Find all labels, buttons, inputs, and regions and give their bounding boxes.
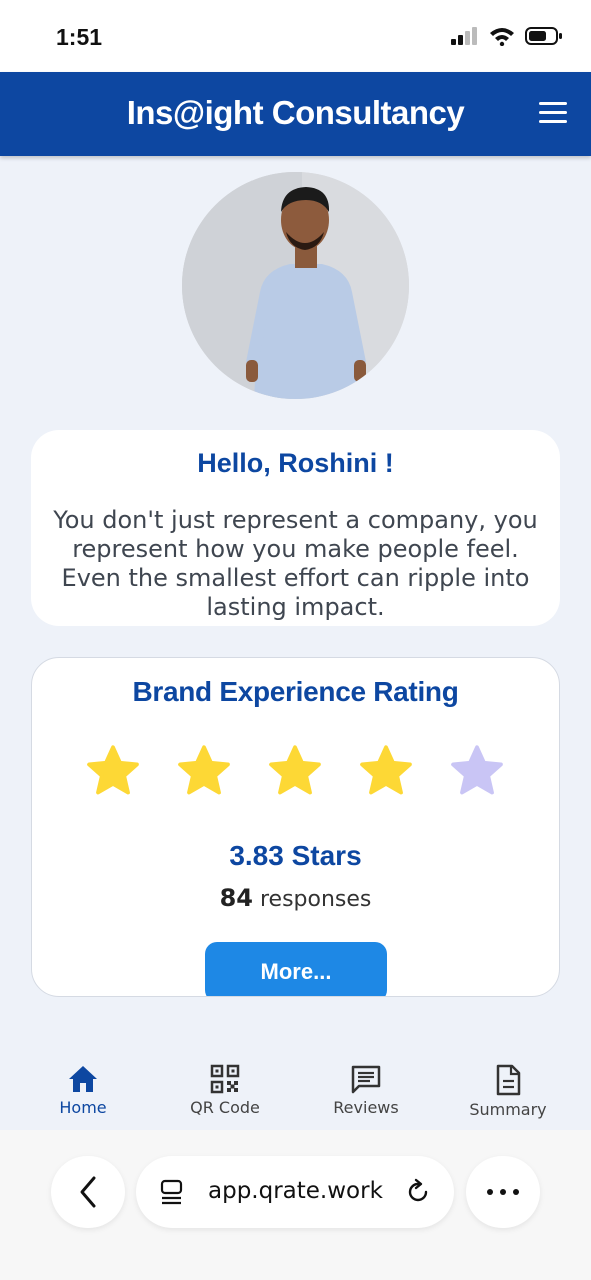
- tab-summary-label: Summary: [469, 1100, 547, 1119]
- reload-icon[interactable]: [404, 1178, 432, 1206]
- status-bar: 1:51: [0, 0, 591, 72]
- greeting-message: You don't just represent a company, you …: [53, 506, 538, 621]
- star-icon: [451, 745, 503, 795]
- responses-count: 84 responses: [32, 884, 559, 912]
- star-rating: [84, 742, 514, 802]
- home-icon: [69, 1066, 97, 1092]
- status-time: 1:51: [56, 24, 103, 50]
- more-options-button[interactable]: [466, 1156, 540, 1228]
- wifi-icon: [490, 28, 514, 46]
- qr-code-icon: [210, 1064, 240, 1094]
- profile-photo: [182, 172, 409, 399]
- tabs-icon: [160, 1179, 183, 1205]
- signal-icon: [451, 27, 477, 45]
- star-icon: [178, 745, 230, 795]
- status-icons: [451, 26, 563, 46]
- url-text: app.qrate.work: [208, 1178, 383, 1204]
- address-bar[interactable]: app.qrate.work: [136, 1156, 454, 1228]
- back-button[interactable]: [51, 1156, 125, 1228]
- tab-home-label: Home: [59, 1098, 107, 1117]
- battery-icon: [525, 27, 562, 45]
- response-label: responses: [260, 887, 372, 912]
- star-icon: [269, 745, 321, 795]
- tab-reviews-label: Reviews: [333, 1098, 399, 1117]
- rating-title: Brand Experience Rating: [132, 676, 459, 707]
- tab-qr-code[interactable]: QR Code: [155, 1064, 295, 1117]
- tab-reviews[interactable]: Reviews: [296, 1064, 436, 1117]
- greeting-title: Hello, Roshini !: [197, 448, 394, 478]
- rating-value: 3.83 Stars: [229, 840, 362, 871]
- tab-home[interactable]: Home: [13, 1064, 153, 1117]
- greeting-card: Hello, Roshini ! You don't just represen…: [31, 430, 560, 626]
- tab-qr-code-label: QR Code: [190, 1098, 260, 1117]
- browser-toolbar: app.qrate.work: [0, 1130, 591, 1280]
- hamburger-menu-icon[interactable]: [539, 102, 569, 126]
- rating-card: Brand Experience Rating 3.83 Stars 84 re…: [31, 657, 560, 997]
- document-icon: [496, 1064, 521, 1096]
- avatar: [182, 172, 409, 399]
- response-number: 84: [219, 884, 253, 912]
- chat-icon: [351, 1065, 381, 1094]
- tab-summary[interactable]: Summary: [438, 1064, 578, 1119]
- bottom-tab-bar: Home QR Code Reviews Summary: [0, 1050, 591, 1130]
- chevron-left-icon: [80, 1176, 96, 1208]
- more-dots-icon: [487, 1189, 519, 1195]
- app-title: Ins@ight Consultancy: [126, 94, 465, 131]
- star-icon: [360, 745, 412, 795]
- more-button[interactable]: More...: [205, 942, 387, 996]
- star-icon: [87, 745, 139, 795]
- app-header: Ins@ight Consultancy: [0, 72, 591, 156]
